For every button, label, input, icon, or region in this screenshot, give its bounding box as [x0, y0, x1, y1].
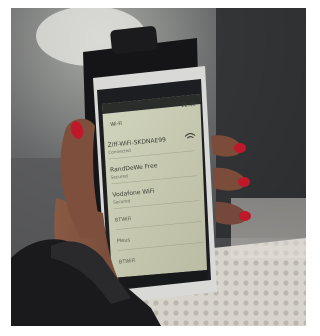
photo-frame: 11:40 Wi-Fi Ziff-WiFi-SKDNAE99 Connected…	[11, 8, 306, 326]
hand-fingers	[211, 135, 251, 225]
header-label: Wi-Fi	[110, 121, 122, 128]
phone-in-hand: 11:40 Wi-Fi Ziff-WiFi-SKDNAE99 Connected…	[11, 26, 251, 326]
case-clip	[110, 26, 158, 54]
